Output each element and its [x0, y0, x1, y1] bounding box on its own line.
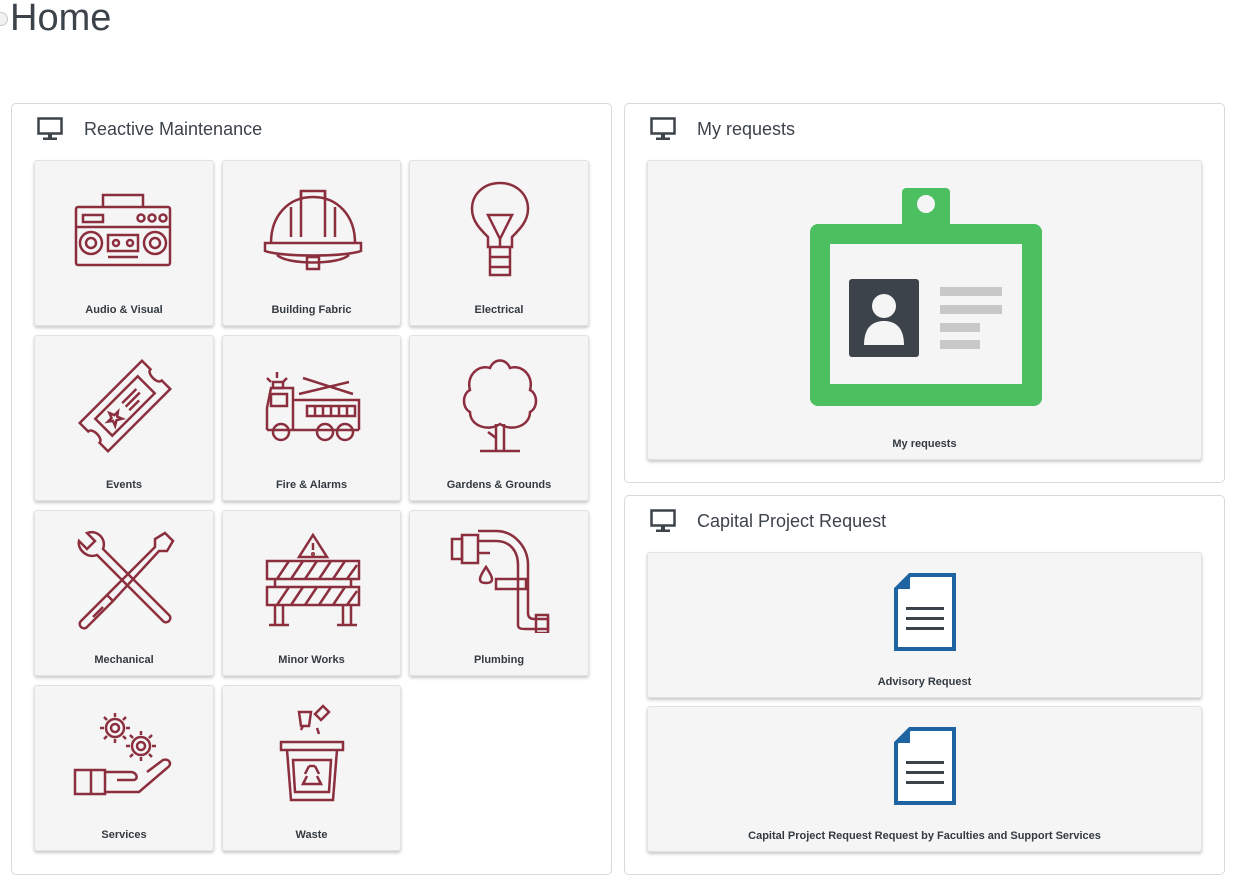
monitor-icon	[650, 509, 676, 532]
panel-header: Reactive Maintenance	[37, 116, 262, 142]
tile-label: Events	[105, 479, 143, 491]
tile-events[interactable]: Events	[34, 335, 214, 501]
tile-label: Gardens & Grounds	[446, 479, 552, 491]
tile-label: Audio & Visual	[85, 304, 163, 316]
recycle-bin-icon	[279, 704, 345, 802]
tile-electrical[interactable]: Electrical	[409, 160, 589, 326]
panel-title: My requests	[697, 118, 796, 139]
tile-building-fabric[interactable]: Building Fabric	[222, 160, 401, 326]
tile-minor-works[interactable]: Minor Works	[222, 510, 401, 676]
radio-icon	[74, 193, 172, 267]
panel-title: Reactive Maintenance	[84, 118, 263, 139]
tile-advisory-request[interactable]: Advisory Request	[647, 552, 1202, 698]
tile-fire-alarms[interactable]: Fire & Alarms	[222, 335, 401, 501]
tile-label: Waste	[295, 829, 328, 841]
document-icon	[894, 573, 956, 651]
monitor-icon	[37, 117, 63, 140]
tree-icon	[462, 359, 538, 453]
tile-waste[interactable]: Waste	[222, 685, 401, 851]
document-icon	[894, 727, 956, 805]
tile-label: Mechanical	[94, 654, 154, 666]
tile-label: Electrical	[474, 304, 524, 316]
page-title-marker	[0, 12, 8, 26]
barrier-icon	[265, 532, 361, 627]
gears-hand-icon	[73, 713, 172, 796]
tile-plumbing[interactable]: Plumbing	[409, 510, 589, 676]
reactive-maintenance-panel: Reactive Maintenance Audio & Visual Buil…	[11, 103, 612, 875]
light-bulb-icon	[470, 181, 530, 277]
tile-label: Capital Project Request Request by Facul…	[748, 830, 1101, 842]
monitor-icon	[650, 117, 676, 140]
tile-label: Fire & Alarms	[275, 479, 348, 491]
tile-mechanical[interactable]: Mechanical	[34, 510, 214, 676]
page-title: Home	[10, 0, 112, 39]
tile-label: Advisory Request	[877, 676, 972, 688]
tile-label: Services	[101, 829, 147, 841]
panel-title: Capital Project Request	[697, 510, 887, 531]
capital-project-panel: Capital Project Request Advisory Request…	[624, 495, 1225, 875]
tools-icon	[77, 530, 175, 630]
panel-header: My requests	[650, 116, 795, 142]
tile-label: Building Fabric	[271, 304, 352, 316]
panel-header: Capital Project Request	[650, 508, 886, 534]
tile-gardens-grounds[interactable]: Gardens & Grounds	[409, 335, 589, 501]
tile-audio-visual[interactable]: Audio & Visual	[34, 160, 214, 326]
fire-truck-icon	[265, 372, 361, 442]
my-requests-panel: My requests My requests	[624, 103, 1225, 483]
ticket-icon	[77, 358, 173, 454]
pipe-icon	[450, 529, 550, 633]
tile-label: My requests	[892, 438, 957, 450]
tile-services[interactable]: Services	[34, 685, 214, 851]
tile-capital-project-request[interactable]: Capital Project Request Request by Facul…	[647, 706, 1202, 852]
tile-label: Minor Works	[278, 654, 345, 666]
hard-hat-icon	[263, 189, 363, 271]
tile-my-requests[interactable]: My requests	[647, 160, 1202, 460]
tile-label: Plumbing	[473, 654, 525, 666]
id-badge-icon	[810, 188, 1042, 406]
